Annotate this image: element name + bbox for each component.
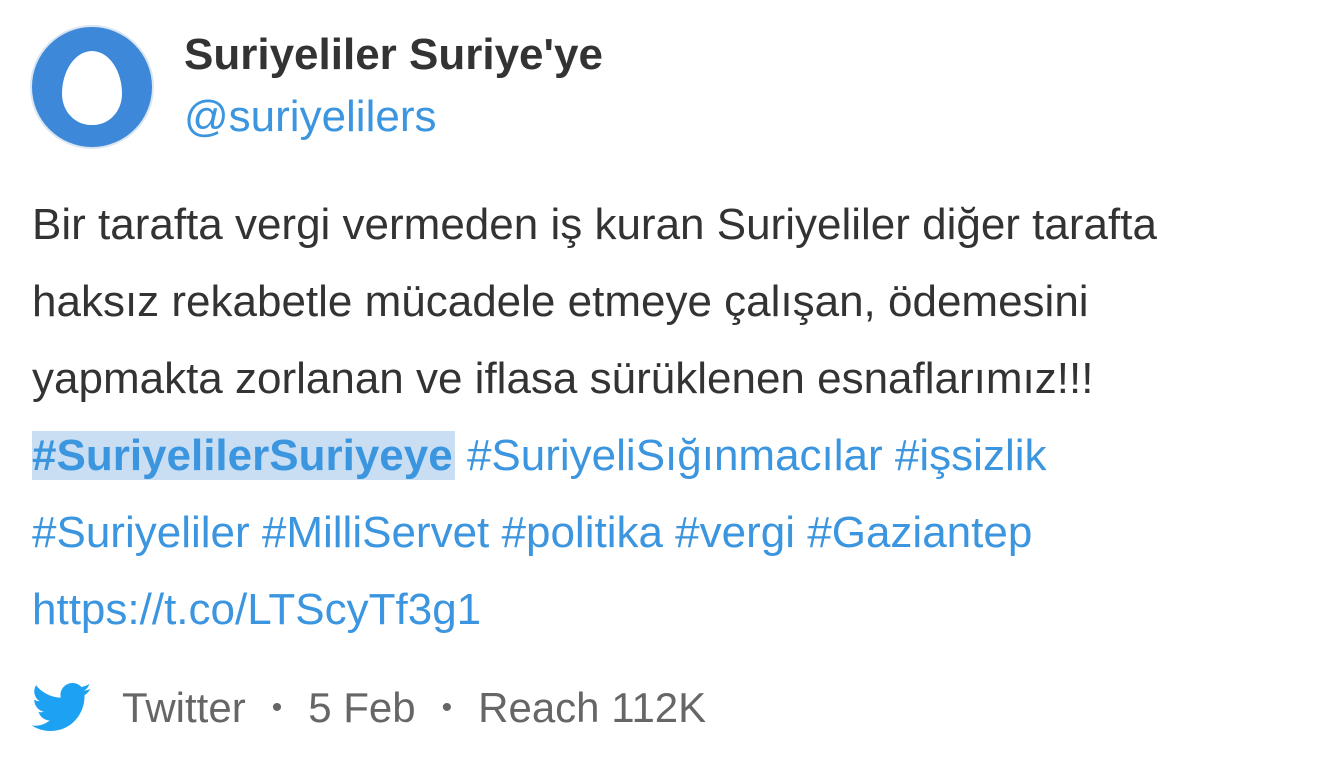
source-label: Twitter	[122, 684, 246, 731]
separator-dot: •	[441, 691, 453, 724]
tweet-card: Suriyeliler Suriye'ye @suriyelilers Bir …	[0, 0, 1330, 766]
hashtag-link[interactable]: #işsizlik	[895, 431, 1047, 480]
tweet-url-link[interactable]: https://t.co/LTScyTf3g1	[32, 585, 481, 634]
hashtag-link[interactable]: #Suriyeliler	[32, 508, 250, 557]
tweet-date[interactable]: 5 Feb	[308, 684, 415, 732]
hashtag-line: #SuriyelilerSuriyeye #SuriyeliSığınmacıl…	[32, 417, 1322, 494]
hashtag-link[interactable]: #SuriyeliSığınmacılar	[467, 431, 883, 480]
tweet-text-line: haksız rekabetle mücadele etmeye çalışan…	[32, 277, 1089, 326]
hashtag-link[interactable]: #Gaziantep	[807, 508, 1032, 557]
separator-dot: •	[271, 691, 283, 724]
reach-count: Reach 112K	[478, 684, 707, 731]
tweet-text-line: Bir tarafta vergi vermeden iş kuran Suri…	[32, 200, 1157, 249]
hashtag-link[interactable]: #MilliServet	[262, 508, 489, 557]
tweet-text: Bir tarafta vergi vermeden iş kuran Suri…	[32, 186, 1322, 648]
hashtag-link[interactable]: #politika	[502, 508, 663, 557]
avatar[interactable]	[32, 27, 152, 147]
hashtag-link[interactable]: #vergi	[675, 508, 795, 557]
hashtag-link[interactable]: #SuriyelilerSuriyeye	[32, 431, 455, 480]
tweet-footer: Twitter • 5 Feb • Reach 112K	[31, 678, 707, 738]
hashtag-line: #Suriyeliler #MilliServet #politika #ver…	[32, 494, 1322, 571]
author-handle[interactable]: @suriyelilers	[184, 92, 436, 142]
author-display-name[interactable]: Suriyeliler Suriye'ye	[184, 30, 603, 80]
twitter-bird-icon	[31, 682, 92, 734]
url-line: https://t.co/LTScyTf3g1	[32, 571, 1322, 648]
tweet-text-line: yapmakta zorlanan ve iflasa sürüklenen e…	[32, 354, 1094, 403]
default-egg-avatar-icon	[62, 51, 122, 125]
